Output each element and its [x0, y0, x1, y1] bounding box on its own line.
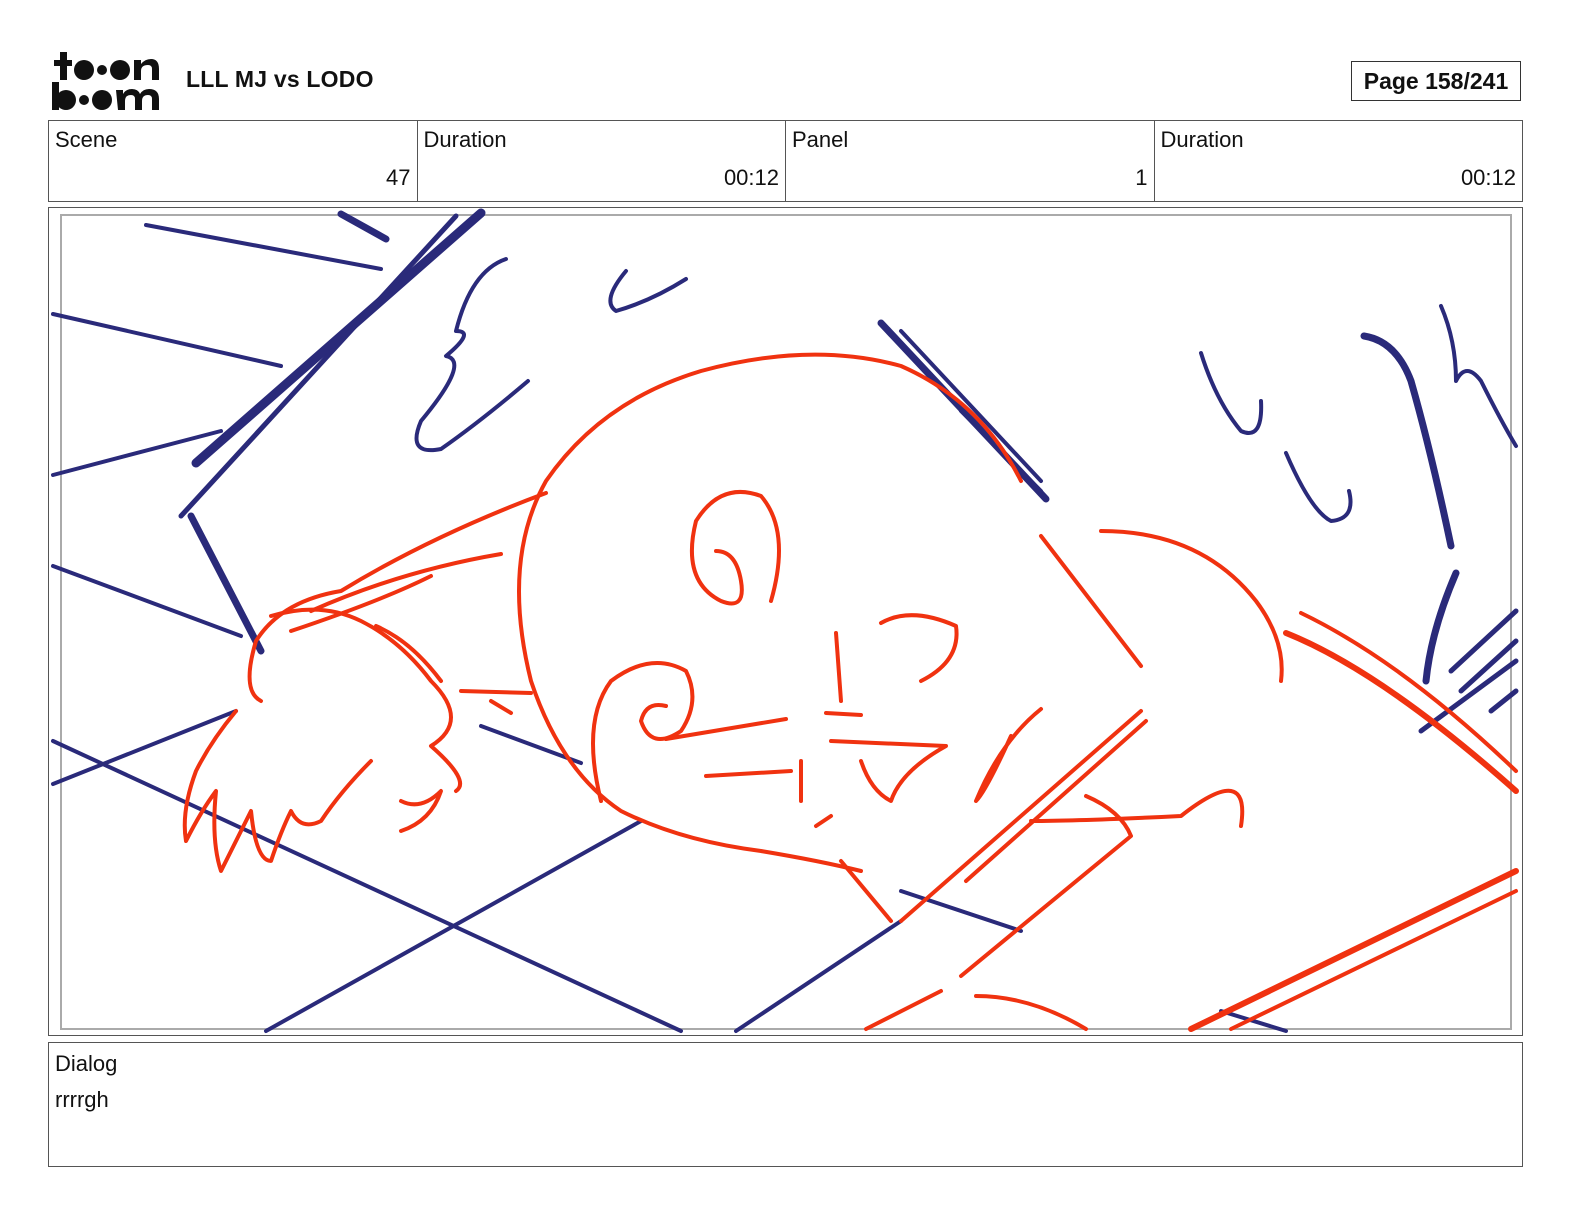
scene-duration-value: 00:12: [723, 165, 779, 190]
scene-value: 47: [386, 165, 411, 190]
scene-label: Scene: [55, 127, 118, 152]
toon-boom-logo: [50, 50, 166, 114]
info-bar: Scene 47 Duration 00:12 Panel 1 Duration…: [48, 120, 1523, 202]
storyboard-panel: [48, 207, 1523, 1036]
dialog-box: Dialog rrrrgh: [48, 1042, 1523, 1167]
scene-cell: Scene 47: [49, 121, 418, 201]
scene-duration-label: Duration: [423, 127, 507, 152]
panel-cell: Panel 1: [786, 121, 1155, 201]
dialog-label: Dialog: [55, 1051, 118, 1076]
character-sketch: [182, 352, 1519, 1032]
panel-sketch: [51, 208, 1519, 1033]
scene-duration-cell: Duration 00:12: [418, 121, 786, 201]
project-title: LLL MJ vs LODO: [186, 66, 374, 92]
page-indicator: Page 158/241: [1351, 61, 1521, 101]
safe-frame: [60, 214, 1512, 1030]
panel-value: 1: [1135, 165, 1148, 190]
panel-duration-cell: Duration 00:12: [1155, 121, 1523, 201]
panel-duration-label: Duration: [1160, 127, 1244, 152]
panel-label: Panel: [792, 127, 849, 152]
dialog-text: rrrrgh: [55, 1087, 109, 1112]
panel-duration-value: 00:12: [1460, 165, 1516, 190]
